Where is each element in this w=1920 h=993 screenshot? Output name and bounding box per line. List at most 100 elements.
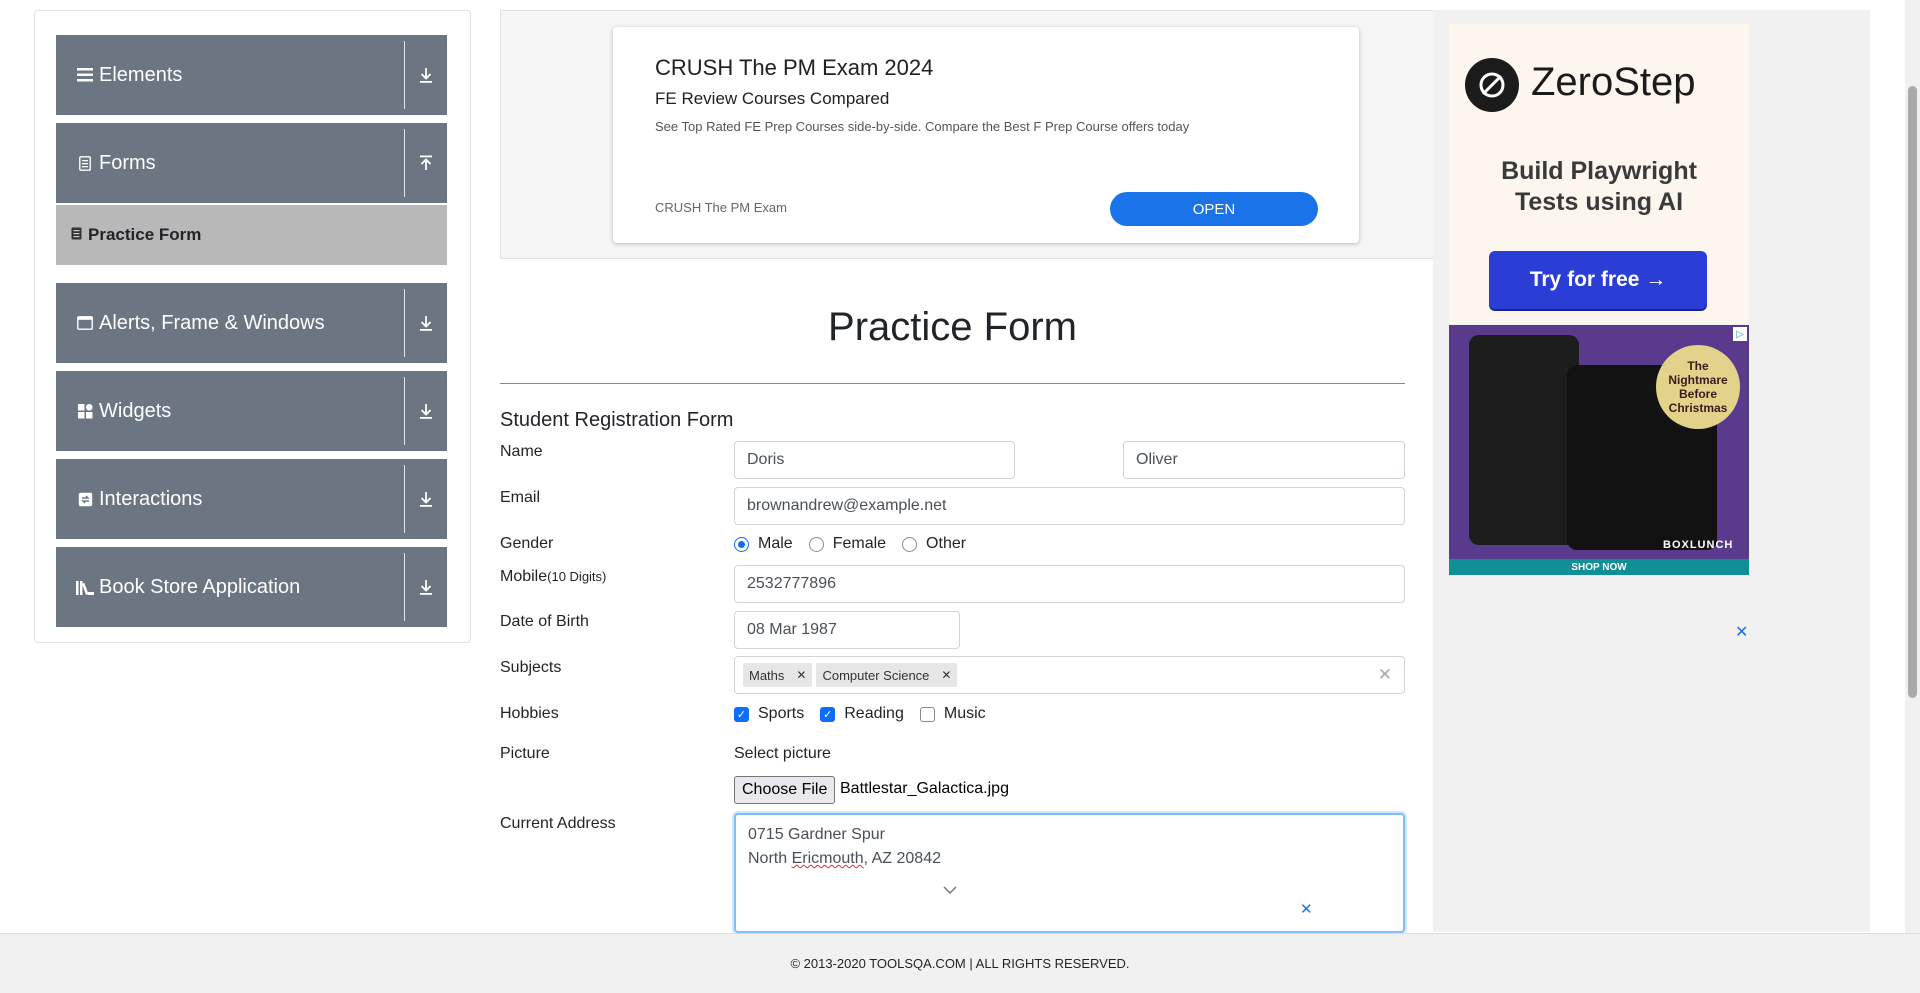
ad-open-button[interactable]: OPEN — [1110, 192, 1318, 226]
upload-icon[interactable] — [405, 155, 447, 171]
checkbox-label: Music — [943, 705, 986, 722]
address-text: North — [748, 850, 792, 867]
first-name-input[interactable]: Doris — [734, 441, 1015, 479]
boxlunch-ad[interactable]: The Nightmare Before Christmas BOXLUNCH … — [1449, 325, 1749, 575]
hamburger-icon — [74, 68, 96, 82]
radio-button[interactable] — [902, 536, 918, 552]
download-icon[interactable] — [405, 67, 447, 83]
file-name: Battlestar_Galactica.jpg — [840, 780, 1009, 797]
subjects-input[interactable]: Maths ✕ Computer Science ✕ ✕ — [734, 656, 1405, 694]
radio-button[interactable] — [808, 536, 824, 552]
sidebar-group-label: Book Store Application — [99, 575, 301, 598]
address-line: North Ericmouth, AZ 20842 — [748, 847, 1391, 871]
hobby-reading-option[interactable]: ✓ Reading — [820, 705, 904, 723]
clear-icon[interactable]: ✕ — [1378, 665, 1392, 685]
hobbies-label: Hobbies — [500, 705, 559, 722]
subject-tag-label: Maths — [749, 667, 785, 683]
checkbox[interactable] — [919, 706, 935, 722]
email-label: Email — [500, 489, 541, 506]
ad-choices-icon[interactable]: ▷ — [1733, 327, 1747, 341]
interactions-icon — [74, 492, 96, 507]
divider — [404, 129, 405, 197]
subject-tag: Computer Science ✕ — [816, 663, 958, 687]
download-icon[interactable] — [405, 491, 447, 507]
sidebar-group-label: Elements — [99, 63, 183, 86]
select-picture-label: Select picture — [734, 745, 831, 762]
checkbox[interactable]: ✓ — [734, 706, 749, 722]
download-icon[interactable] — [405, 403, 447, 419]
form-subtitle: Student Registration Form — [500, 409, 734, 431]
nightmare-badge: The Nightmare Before Christmas — [1656, 345, 1740, 429]
sidebar: Elements Forms Practice Form Alerts, Fra… — [34, 10, 471, 643]
gender-male-option[interactable]: Male — [734, 535, 793, 553]
address-line: 0715 Gardner Spur — [748, 826, 885, 843]
sidebar-group-forms[interactable]: Forms — [56, 123, 447, 203]
widgets-icon — [74, 403, 96, 419]
sidebar-item-label: Practice Form — [88, 225, 202, 244]
zerostep-ad[interactable]: ZeroStep Build Playwright Tests using AI… — [1449, 24, 1749, 324]
books-icon — [74, 580, 96, 595]
right-ad-column: ZeroStep Build Playwright Tests using AI… — [1433, 10, 1870, 932]
checkbox[interactable]: ✓ — [820, 706, 836, 722]
mobile-input[interactable]: 2532777896 — [734, 565, 1405, 603]
picture-label: Picture — [500, 745, 550, 762]
address-label: Current Address — [500, 815, 616, 832]
boxlunch-brand: BOXLUNCH — [1663, 539, 1734, 551]
remove-tag-icon[interactable]: ✕ — [935, 668, 957, 682]
zerostep-name: ZeroStep — [1531, 60, 1696, 104]
radio-button[interactable] — [734, 536, 749, 552]
last-name-input[interactable]: Oliver — [1123, 441, 1405, 479]
subjects-label: Subjects — [500, 659, 562, 676]
chevron-down-icon[interactable] — [943, 882, 957, 898]
subject-tag-label: Computer Science — [822, 667, 930, 683]
divider — [404, 41, 405, 109]
sidebar-group-book-store[interactable]: Book Store Application — [56, 547, 447, 627]
ad-brand: CRUSH The PM Exam — [655, 200, 787, 215]
scrollbar[interactable] — [1905, 0, 1920, 933]
misspelled-word: Ericmouth — [791, 850, 864, 867]
zerostep-try-button[interactable]: Try for free → — [1489, 251, 1707, 309]
form-icon — [71, 227, 85, 243]
choose-file-button[interactable]: Choose File — [734, 776, 836, 804]
sidebar-group-label: Forms — [99, 151, 156, 174]
radio-label: Female — [832, 535, 887, 552]
gender-radio-group: Male Female Other — [734, 535, 982, 553]
download-icon[interactable] — [405, 579, 447, 595]
sidebar-group-interactions[interactable]: Interactions — [56, 459, 447, 539]
mobile-label: Mobile(10 Digits) — [500, 568, 606, 586]
download-icon[interactable] — [405, 315, 447, 331]
dob-input[interactable]: 08 Mar 1987 — [734, 611, 960, 649]
shop-now-strip[interactable]: SHOP NOW — [1449, 559, 1749, 575]
gender-other-option[interactable]: Other — [902, 535, 966, 553]
document-icon — [74, 155, 96, 171]
hobby-music-option[interactable]: Music — [919, 705, 986, 723]
gender-label: Gender — [500, 535, 554, 552]
close-icon[interactable]: ✕ — [1735, 622, 1748, 642]
address-text: , AZ 20842 — [863, 850, 941, 867]
divider — [404, 289, 405, 357]
zerostep-tagline-line: Tests using AI — [1514, 188, 1684, 216]
sidebar-item-practice-form[interactable]: Practice Form — [56, 205, 447, 265]
sidebar-group-elements[interactable]: Elements — [56, 35, 447, 115]
scrollbar-thumb[interactable] — [1908, 86, 1917, 698]
sidebar-group-label: Alerts, Frame & Windows — [99, 311, 325, 334]
radio-label: Other — [926, 535, 967, 552]
hobbies-checkbox-group: ✓ Sports ✓ Reading Music — [734, 705, 1002, 723]
close-icon[interactable]: ✕ — [1300, 900, 1313, 918]
divider — [404, 465, 405, 533]
email-input[interactable]: brownandrew@example.net — [734, 487, 1405, 525]
hobby-sports-option[interactable]: ✓ Sports — [734, 705, 804, 723]
subject-tag: Maths ✕ — [743, 663, 813, 687]
ad-title[interactable]: CRUSH The PM Exam 2024 — [655, 55, 933, 81]
remove-tag-icon[interactable]: ✕ — [790, 668, 812, 682]
sidebar-group-alerts[interactable]: Alerts, Frame & Windows — [56, 283, 447, 363]
sidebar-group-widgets[interactable]: Widgets — [56, 371, 447, 451]
gender-female-option[interactable]: Female — [808, 535, 887, 553]
footer: © 2013-2020 TOOLSQA.COM | ALL RIGHTS RES… — [0, 933, 1920, 993]
zerostep-tagline-line: Build Playwright — [1501, 157, 1697, 185]
divider — [404, 377, 405, 445]
divider — [500, 383, 1405, 384]
ad-banner: CRUSH The PM Exam 2024 FE Review Courses… — [500, 10, 1435, 259]
ad-description: See Top Rated FE Prep Courses side-by-si… — [655, 119, 1190, 134]
ad-card[interactable]: CRUSH The PM Exam 2024 FE Review Courses… — [613, 27, 1359, 243]
